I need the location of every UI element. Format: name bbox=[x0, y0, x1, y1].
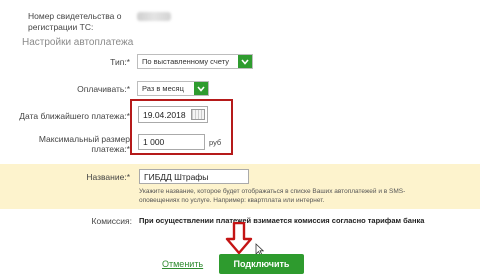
connect-button[interactable]: Подключить bbox=[219, 254, 304, 274]
cert-number-value bbox=[137, 12, 171, 21]
date-value: 19.04.2018 bbox=[143, 109, 186, 120]
commission-text: При осуществлении платежей взимается ком… bbox=[139, 216, 425, 225]
section-title: Настройки автоплатежа bbox=[22, 37, 134, 48]
type-select[interactable]: По выставленному счету bbox=[137, 54, 253, 69]
commission-label: Комиссия: bbox=[91, 216, 132, 226]
chevron-down-icon bbox=[194, 82, 208, 95]
name-value: ГИБДД Штрафы bbox=[144, 171, 209, 182]
pay-frequency-select[interactable]: Раз в месяц bbox=[137, 81, 209, 96]
cert-label: Номер свидетельства о регистрации ТС: bbox=[28, 11, 122, 32]
max-amount-label: Максимальный размер платежа:* bbox=[38, 134, 130, 154]
max-amount-input[interactable]: 1 000 bbox=[138, 134, 205, 150]
type-select-value: По выставленному счету bbox=[142, 57, 229, 66]
pay-frequency-value: Раз в месяц bbox=[142, 84, 184, 93]
name-label: Название:* bbox=[86, 172, 130, 182]
pay-label: Оплачивать:* bbox=[77, 84, 130, 94]
type-label: Тип:* bbox=[110, 57, 130, 67]
currency-unit: руб bbox=[209, 138, 222, 147]
calendar-icon[interactable] bbox=[191, 109, 205, 120]
chevron-down-icon bbox=[238, 55, 252, 68]
date-input[interactable]: 19.04.2018 bbox=[138, 106, 208, 123]
date-label: Дата ближайшего платежа:* bbox=[19, 111, 130, 121]
arrow-down-icon bbox=[225, 221, 253, 255]
cancel-link[interactable]: Отменить bbox=[162, 259, 203, 269]
name-input[interactable]: ГИБДД Штрафы bbox=[139, 169, 249, 184]
name-hint: Укажите название, которое будет отобража… bbox=[139, 188, 406, 204]
max-amount-value: 1 000 bbox=[143, 137, 165, 147]
